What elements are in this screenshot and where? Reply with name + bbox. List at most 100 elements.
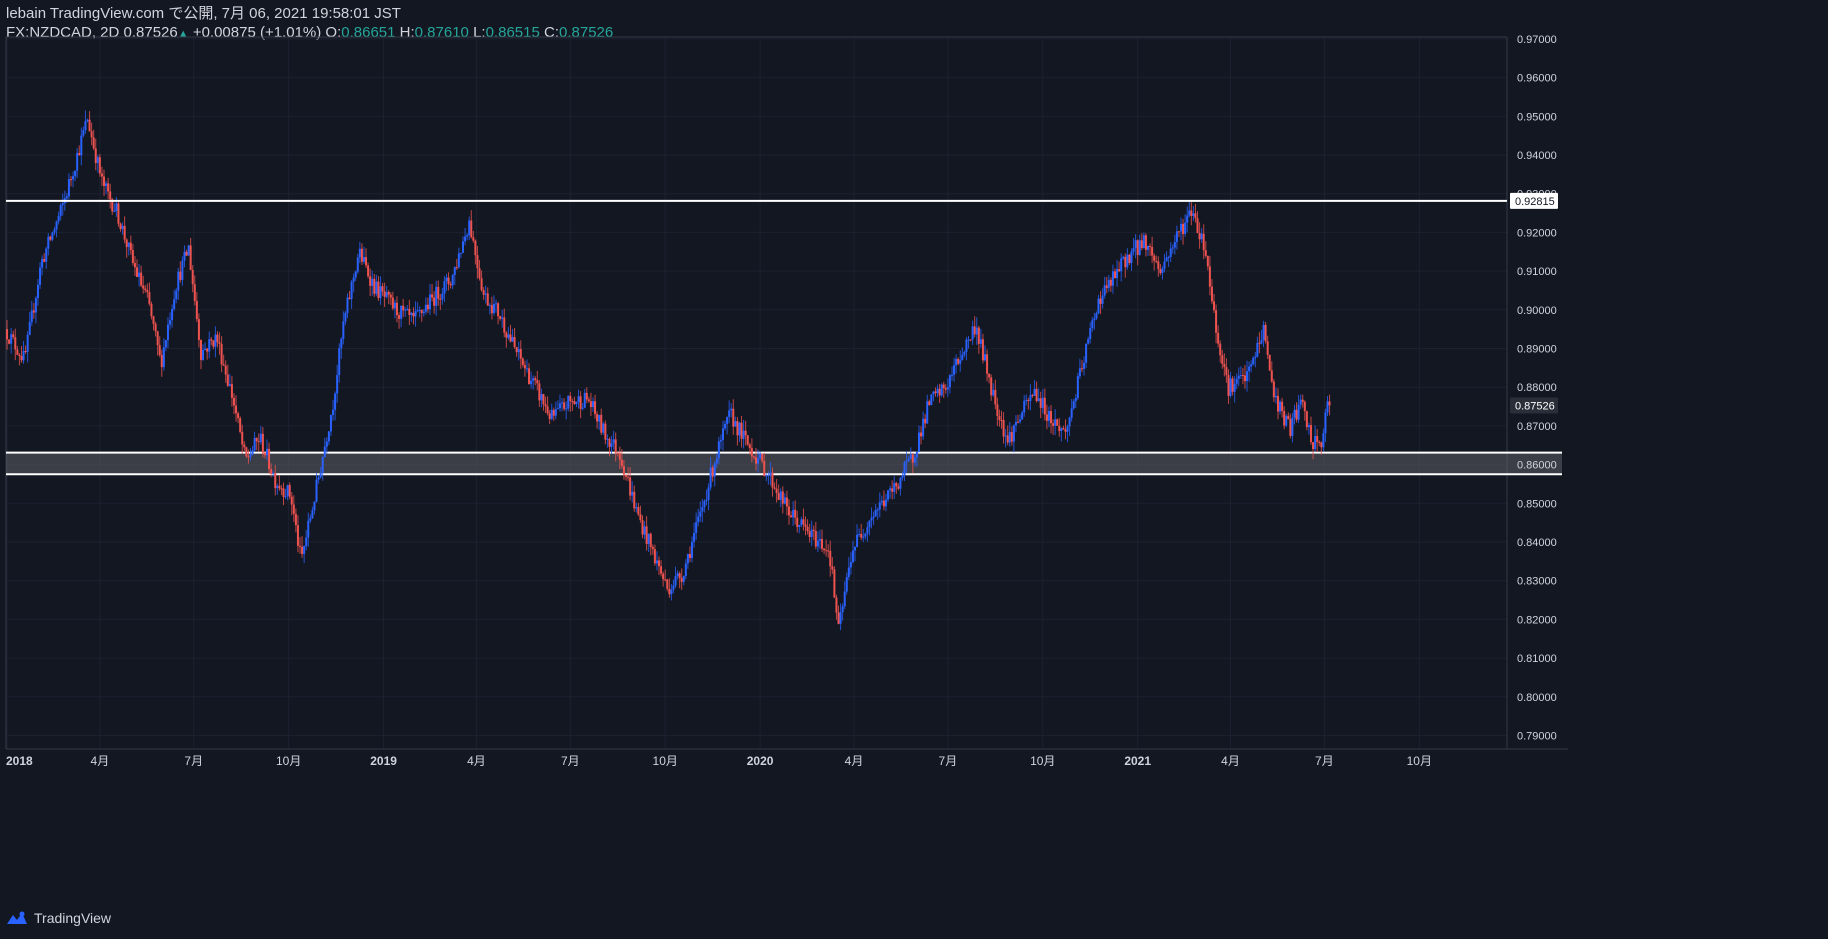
candle-body [969,339,972,341]
candle-body [1326,401,1329,413]
candle-body [199,339,202,360]
time-tick-label: 2021 [1124,754,1151,768]
candle-body [1256,342,1259,357]
candle-body [1097,298,1100,314]
candle-body [1322,433,1325,448]
candle-body [833,569,836,598]
candle-body [779,491,782,500]
candle-body [783,497,786,504]
candle-body [707,487,710,500]
candle-body [249,454,252,457]
candle-body [868,520,871,528]
candle-body [625,474,628,477]
candle-body [942,384,945,389]
candle-body [571,401,574,403]
candle-body [1052,423,1055,426]
candle-body [769,472,772,476]
candle-body [74,170,77,177]
candle-body [156,331,159,346]
candle-body [146,290,149,293]
candle-body [478,268,481,279]
candle-body [92,137,95,149]
candle-body [437,286,440,299]
candle-body [1004,435,1007,437]
candle-body [1116,269,1119,279]
candle-body [569,395,572,402]
candle-body [88,119,91,132]
candle-body [117,203,120,224]
candle-body [785,497,788,507]
candle-body [938,388,941,396]
candle-body [992,389,995,396]
footer-brand[interactable]: TradingView [6,910,111,926]
candle-body [28,322,31,335]
candle-body [1312,442,1315,450]
candle-body [47,236,50,249]
candle-body [1054,419,1057,426]
candle-body [781,491,784,504]
candle-body [1062,428,1065,430]
candle-body [1159,269,1162,273]
candle-body [581,407,584,409]
candle-body [684,563,687,577]
candle-body [1309,425,1312,443]
candle-body [197,319,200,340]
candle-body [1324,412,1327,434]
candle-body [831,566,834,570]
candle-body [82,130,85,136]
candle-body [637,507,640,515]
candle-body [379,286,382,299]
candle-body [1190,210,1193,217]
candle-body [740,422,743,439]
candle-body [72,176,75,180]
candle-body [1060,428,1063,431]
candle-body [961,354,964,360]
candle-body [577,396,580,403]
candle-body [664,579,667,581]
candle-body [259,433,262,442]
candle-body [340,338,343,349]
price-tick-label: 0.89000 [1517,344,1557,356]
candle-body [604,423,607,440]
candle-body [660,566,663,574]
candle-body [847,567,850,578]
candle-body [1200,233,1203,240]
candle-body [1299,399,1302,405]
candle-body [422,311,425,314]
candle-body [482,290,485,295]
candle-body [1019,419,1022,422]
candle-body [509,334,512,342]
candle-body [327,431,330,442]
candle-body [1293,409,1296,418]
candle-body [12,334,15,338]
candle-body [239,418,242,432]
candle-body [721,428,724,440]
candle-body [495,303,498,305]
price-chart[interactable]: 0.79000 0.80000 0.81000 0.82000 0.83000 0.840… [0,0,1828,939]
candle-body [350,281,353,299]
candle-body [39,267,42,285]
candle-body [488,305,491,307]
candle-body [371,278,374,286]
candle-body [726,416,729,424]
candle-body [988,373,991,378]
candle-body [1023,400,1026,413]
candle-body [1171,247,1174,249]
candle-body [45,248,48,262]
candle-body [849,562,852,568]
candle-body [445,277,448,282]
candle-body [600,414,603,433]
candle-body [24,350,27,352]
time-tick-label: 10月 [653,754,678,768]
candle-body [899,477,902,489]
candle-body [329,414,332,432]
time-tick-label: 4月 [467,754,486,768]
candle-body [752,456,755,458]
candle-body [294,513,297,526]
candle-body [1064,429,1067,432]
candle-body [754,457,757,464]
price-tick-label: 0.97000 [1517,34,1557,46]
time-tick-label: 2020 [747,754,774,768]
candle-body [827,550,830,552]
candle-body [1039,398,1042,408]
